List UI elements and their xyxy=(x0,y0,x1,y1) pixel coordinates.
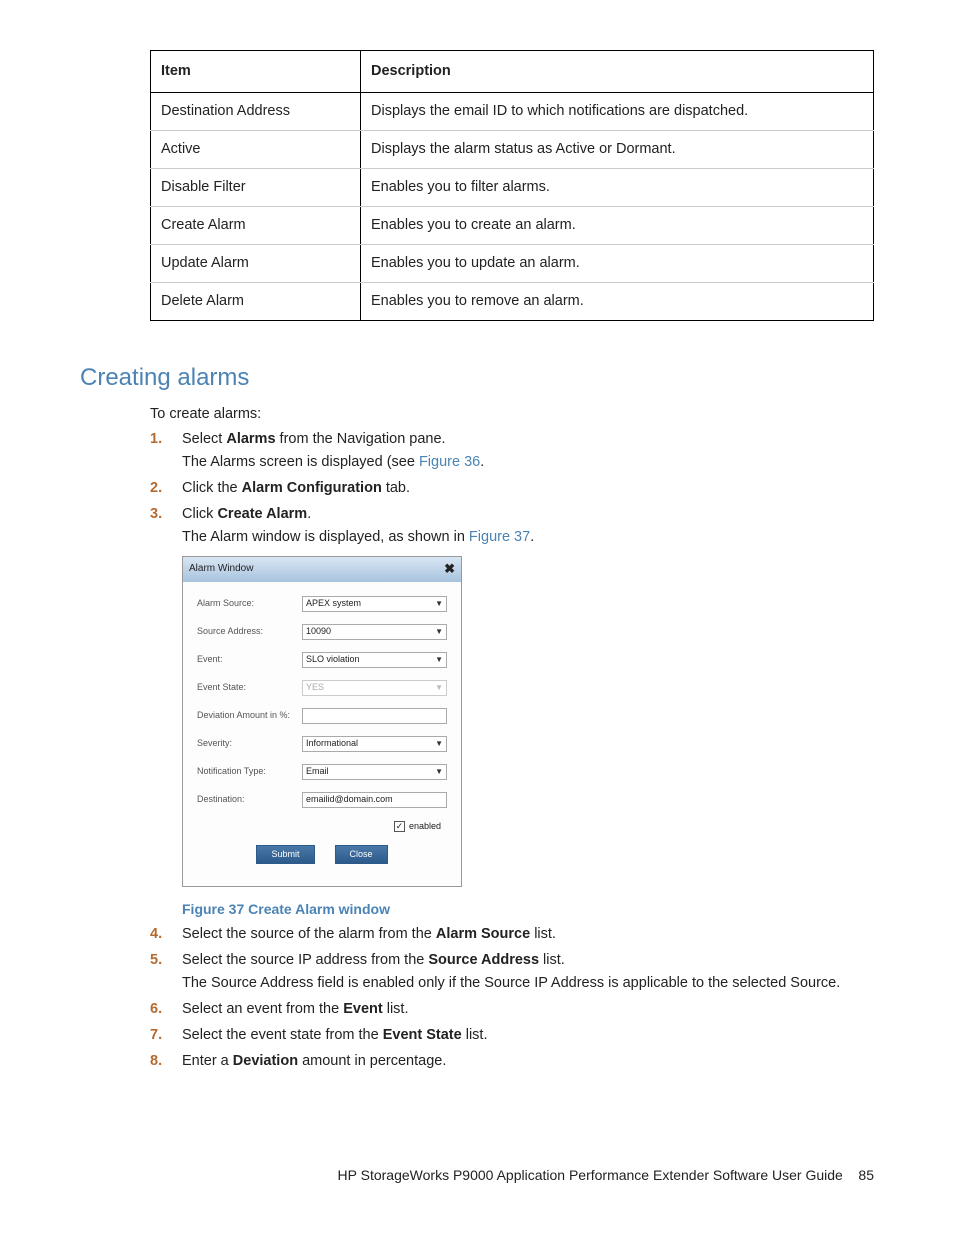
enabled-label: enabled xyxy=(409,821,441,831)
enabled-checkbox[interactable]: ✓ xyxy=(394,821,405,832)
deviation-input[interactable] xyxy=(302,708,447,724)
col-item: Item xyxy=(151,51,361,93)
intro-text: To create alarms: xyxy=(150,404,874,425)
page-footer: HP StorageWorks P9000 Application Perfor… xyxy=(338,1165,874,1185)
col-desc: Description xyxy=(361,51,874,93)
notification-type-label: Notification Type: xyxy=(197,765,302,778)
step-2: 2. Click the Alarm Configuration tab. xyxy=(150,478,874,499)
alarm-source-label: Alarm Source: xyxy=(197,597,302,610)
severity-select[interactable]: Informational▼ xyxy=(302,736,447,752)
chevron-down-icon: ▼ xyxy=(435,682,443,694)
source-address-select[interactable]: 10090▼ xyxy=(302,624,447,640)
figure-caption: Figure 37 Create Alarm window xyxy=(182,899,874,919)
destination-input[interactable]: emailid@domain.com xyxy=(302,792,447,808)
alarm-source-select[interactable]: APEX system▼ xyxy=(302,596,447,612)
table-row: Delete AlarmEnables you to remove an ala… xyxy=(151,283,874,321)
submit-button[interactable]: Submit xyxy=(256,845,314,864)
table-row: ActiveDisplays the alarm status as Activ… xyxy=(151,131,874,169)
alarm-window-title: Alarm Window xyxy=(189,562,253,577)
step-1: 1. Select Alarms from the Navigation pan… xyxy=(150,429,874,473)
event-state-select: YES▼ xyxy=(302,680,447,696)
destination-label: Destination: xyxy=(197,793,302,806)
step-8: 8. Enter a Deviation amount in percentag… xyxy=(150,1051,874,1072)
deviation-label: Deviation Amount in %: xyxy=(197,709,302,722)
severity-label: Severity: xyxy=(197,737,302,750)
chevron-down-icon: ▼ xyxy=(435,766,443,778)
table-row: Create AlarmEnables you to create an ala… xyxy=(151,207,874,245)
table-row: Update AlarmEnables you to update an ala… xyxy=(151,245,874,283)
items-table: Item Description Destination AddressDisp… xyxy=(150,50,874,321)
alarm-window: Alarm Window ✖ Alarm Source: APEX system… xyxy=(182,556,462,887)
event-label: Event: xyxy=(197,653,302,666)
step-7: 7. Select the event state from the Event… xyxy=(150,1025,874,1046)
figure-37-link[interactable]: Figure 37 xyxy=(469,529,530,545)
section-heading: Creating alarms xyxy=(80,361,874,396)
table-row: Destination AddressDisplays the email ID… xyxy=(151,93,874,131)
close-icon[interactable]: ✖ xyxy=(444,560,455,579)
table-row: Disable FilterEnables you to filter alar… xyxy=(151,169,874,207)
figure-36-link[interactable]: Figure 36 xyxy=(419,454,480,470)
event-state-label: Event State: xyxy=(197,681,302,694)
step-4: 4. Select the source of the alarm from t… xyxy=(150,924,874,945)
chevron-down-icon: ▼ xyxy=(435,626,443,638)
chevron-down-icon: ▼ xyxy=(435,738,443,750)
alarm-window-titlebar: Alarm Window ✖ xyxy=(183,557,461,582)
step-6: 6. Select an event from the Event list. xyxy=(150,999,874,1020)
step-5: 5. Select the source IP address from the… xyxy=(150,950,874,994)
event-select[interactable]: SLO violation▼ xyxy=(302,652,447,668)
chevron-down-icon: ▼ xyxy=(435,598,443,610)
chevron-down-icon: ▼ xyxy=(435,654,443,666)
close-button[interactable]: Close xyxy=(335,845,388,864)
step-3: 3. Click Create Alarm. The Alarm window … xyxy=(150,504,874,919)
notification-type-select[interactable]: Email▼ xyxy=(302,764,447,780)
source-address-label: Source Address: xyxy=(197,625,302,638)
